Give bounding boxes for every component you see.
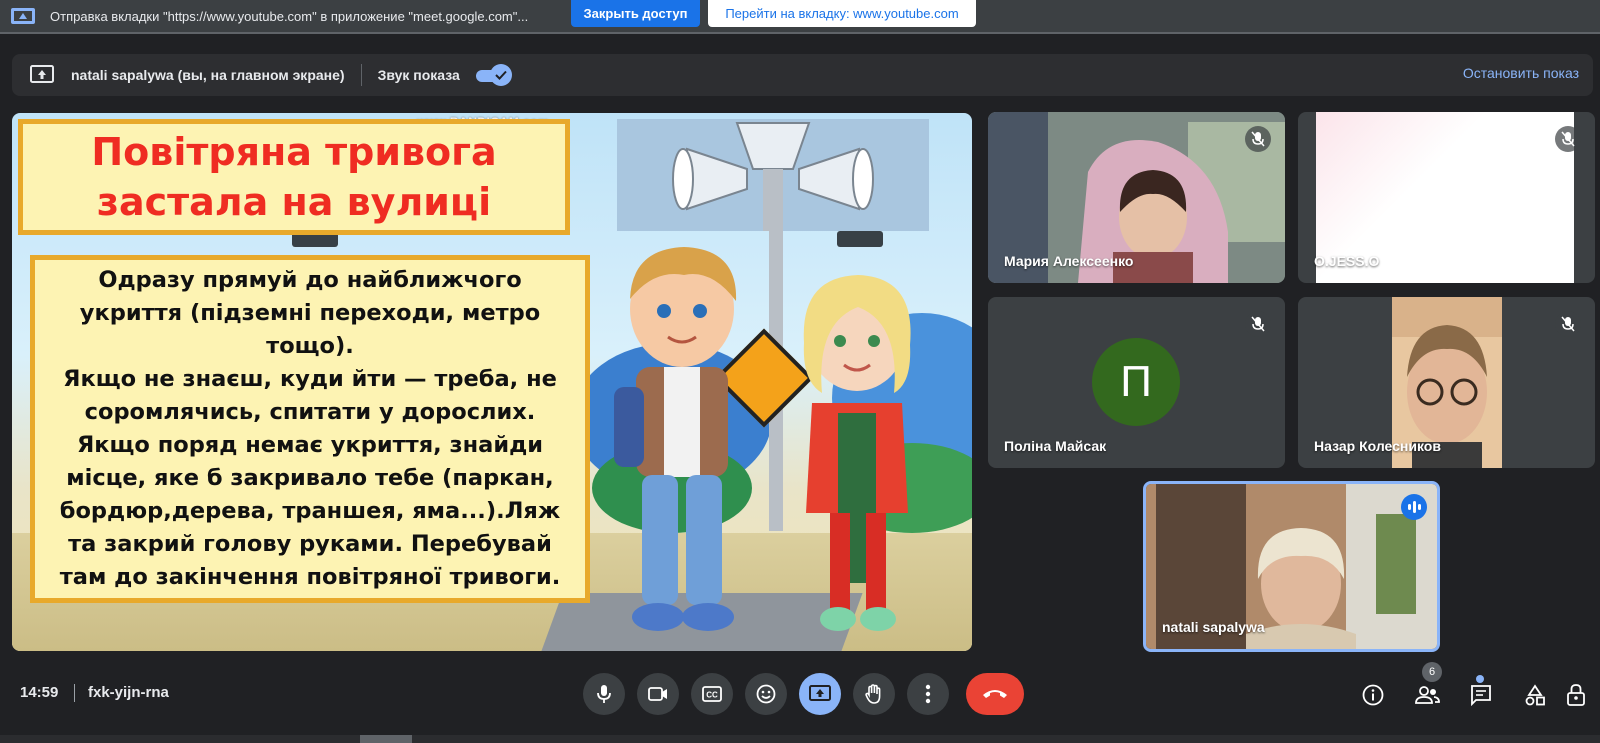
meeting-clock: 14:59 <box>20 684 59 701</box>
leave-call-button[interactable] <box>966 673 1024 715</box>
chat-button[interactable] <box>1467 681 1495 709</box>
check-icon <box>495 70 507 80</box>
presented-slide: www.BANDICAM.com Повітряна тривога заста… <box>12 113 972 651</box>
slide-text-line: Якщо не знаєш, куди йти — треба, не <box>63 366 557 392</box>
host-controls-button[interactable] <box>1562 681 1590 709</box>
participant-tile[interactable]: П Поліна Майсак <box>988 297 1285 468</box>
avatar: П <box>1092 338 1180 426</box>
closed-captions-icon: CC <box>702 686 722 702</box>
siren-picture <box>617 119 929 231</box>
participant-tile[interactable]: O.JESS.O <box>1298 112 1595 283</box>
participant-tile[interactable]: Назар Колесников <box>1298 297 1595 468</box>
meeting-code: fxk-yijn-rna <box>88 684 169 701</box>
microphone-icon <box>597 685 611 703</box>
microphone-button[interactable] <box>583 673 625 715</box>
slide-text-box: Одразу прямуй до найближчого укриття (пі… <box>30 255 590 603</box>
slide-text-line: тощо). <box>266 333 354 359</box>
mic-off-icon <box>1245 126 1271 152</box>
slide-text-line: укриття (підземні переходи, метро <box>79 300 541 326</box>
meeting-details-button[interactable] <box>1359 681 1387 709</box>
hang-up-icon <box>983 690 1007 698</box>
slide-text-line: соромлячись, спитати у дорослих. <box>84 399 536 425</box>
presenting-bar: natali sapalywa (вы, на главном экране) … <box>12 54 1593 96</box>
slide-text-line: Одразу прямуй до найближчого <box>98 267 522 293</box>
participant-name: O.JESS.O <box>1314 253 1380 269</box>
participant-name: Поліна Майсак <box>1004 438 1107 454</box>
shapes-icon <box>1525 684 1545 706</box>
camera-icon <box>648 687 667 701</box>
horizontal-scrollbar[interactable] <box>0 735 1600 743</box>
slide-title-line: застала на вулиці <box>96 180 492 224</box>
participant-tile-self[interactable]: natali sapalywa <box>1143 481 1440 652</box>
reactions-button[interactable] <box>745 673 787 715</box>
sharing-infobar: Отправка вкладки "https://www.youtube.co… <box>0 0 1600 34</box>
more-vert-icon <box>925 684 931 704</box>
chat-icon <box>1471 685 1491 706</box>
more-options-button[interactable] <box>907 673 949 715</box>
slide-title-line: Повітряна тривога <box>91 130 497 174</box>
present-screen-icon <box>30 65 54 83</box>
hand-icon <box>865 684 881 704</box>
presenter-label: natali sapalywa (вы, на главном экране) <box>71 67 345 83</box>
participant-tile[interactable]: Мария Алексеенко <box>988 112 1285 283</box>
tab-share-icon <box>11 8 35 24</box>
slide-text-line: там до закінчення повітряної тривоги. <box>59 564 561 590</box>
girl-illustration <box>803 275 911 631</box>
mic-off-icon <box>1245 311 1271 337</box>
info-icon <box>1362 684 1384 706</box>
switch-to-tab-button[interactable]: Перейти на вкладку: www.youtube.com <box>708 0 976 27</box>
slide-text-line: Якщо поряд немає укриття, знайди <box>76 432 544 458</box>
present-now-button[interactable] <box>799 673 841 715</box>
people-icon <box>1415 686 1440 704</box>
boy-illustration <box>614 247 737 631</box>
lock-person-icon <box>1567 684 1585 706</box>
people-button[interactable] <box>1413 681 1441 709</box>
participant-name: Мария Алексеенко <box>1004 253 1134 269</box>
emoji-icon <box>756 684 776 704</box>
slide-text-line: бордюр,дерева, траншея, яма...).Ляж <box>59 498 561 524</box>
captions-button[interactable]: CC <box>691 673 733 715</box>
people-count-badge: 6 <box>1422 662 1442 682</box>
present-screen-icon <box>809 685 831 701</box>
presentation-sound-toggle[interactable] <box>474 64 512 86</box>
slide-text-line: місце, яке б закривало тебе (паркан, <box>66 465 554 491</box>
participant-name: natali sapalywa <box>1162 619 1265 635</box>
sharing-message: Отправка вкладки "https://www.youtube.co… <box>50 8 529 24</box>
stop-sharing-button[interactable]: Закрыть доступ <box>571 0 700 27</box>
activities-button[interactable] <box>1521 681 1549 709</box>
slide-text-line: та закрий голову руками. Перебувай <box>68 531 552 557</box>
divider <box>360 64 362 86</box>
mic-off-icon <box>1555 126 1581 152</box>
stop-presenting-button[interactable]: Остановить показ <box>1463 65 1579 81</box>
mic-off-icon <box>1555 311 1581 337</box>
svg-text:CC: CC <box>706 691 718 700</box>
speaking-indicator-icon <box>1401 494 1427 520</box>
presentation-sound-label: Звук показа <box>377 67 460 83</box>
raise-hand-button[interactable] <box>853 673 895 715</box>
divider <box>74 684 75 702</box>
slide-title-box: Повітряна тривога застала на вулиці <box>18 119 570 235</box>
camera-button[interactable] <box>637 673 679 715</box>
participant-name: Назар Колесников <box>1314 438 1441 454</box>
